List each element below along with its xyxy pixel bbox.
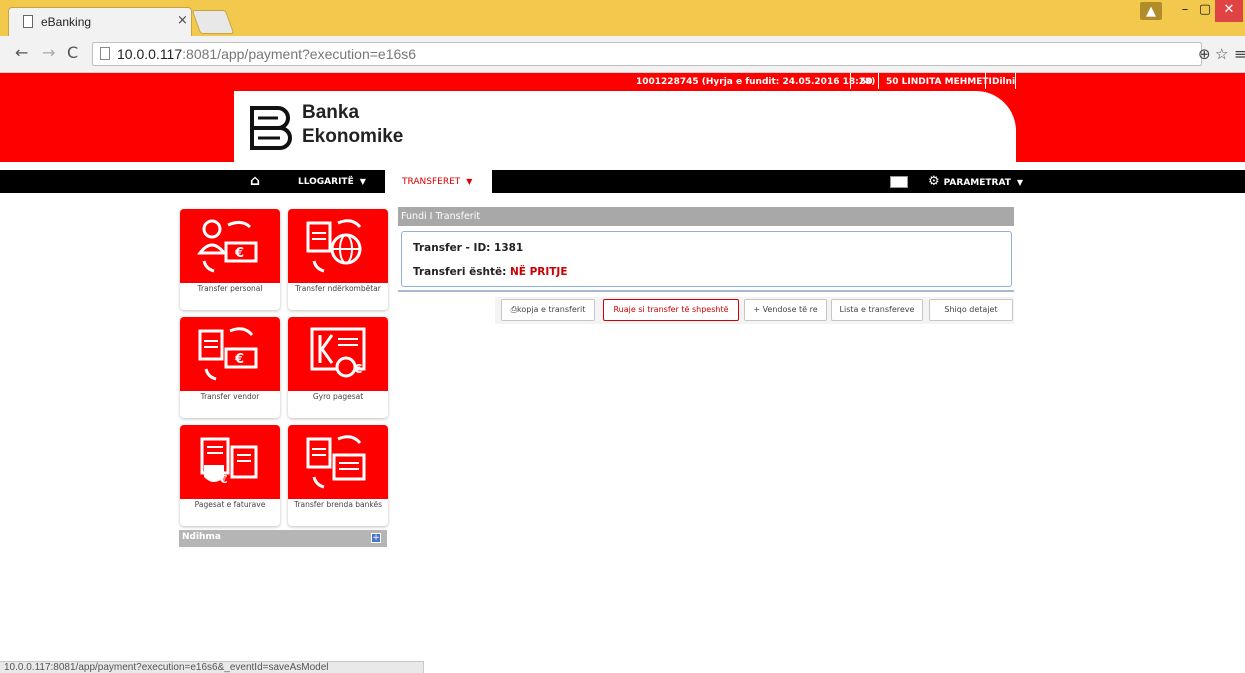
svg-text:€: €: [234, 352, 244, 367]
svg-text:€: €: [353, 362, 362, 376]
menu-icon[interactable]: ≡: [1234, 45, 1245, 63]
divider: [878, 73, 879, 89]
tile-image: €: [288, 317, 388, 391]
nav-settings[interactable]: ⚙ PARAMETRAT ▼: [928, 170, 1023, 193]
user-code: 50: [860, 77, 873, 87]
chevron-down-icon: ▼: [359, 177, 366, 186]
nav-transfers[interactable]: TRANSFERET ▼: [385, 170, 492, 193]
gyro-payment-icon: €: [310, 327, 366, 378]
logo-card[interactable]: Banka Ekonomike: [234, 91, 1016, 162]
international-transfer-icon: [306, 219, 362, 273]
personal-transfer-icon: €: [196, 219, 258, 273]
transfer-status: Transferi është: NË PRITJE: [413, 266, 568, 278]
action-bar: ⎙kopja e transferit Ruaje si transfer të…: [398, 297, 1014, 324]
status-badge: NË PRITJE: [509, 266, 568, 278]
reload-icon[interactable]: C: [67, 43, 78, 62]
divider: [850, 73, 851, 89]
tile-label: Transfer ndërkombëtar: [295, 284, 381, 293]
tile-image: €: [180, 209, 280, 283]
transfer-status-label: Transferi është:: [413, 266, 507, 278]
logo-line2: Ekonomike: [302, 126, 404, 147]
tile-image: €: [180, 425, 280, 499]
divider: [398, 290, 1014, 292]
new-transfer-label: Vendose të re: [762, 305, 818, 314]
divider: [985, 73, 986, 89]
copy-transfer-label: kopja e transferit: [517, 305, 586, 314]
bank-logo-icon: [250, 106, 292, 150]
nav-accounts[interactable]: LLOGARITË ▼: [298, 170, 366, 193]
minimize-icon[interactable]: –: [1175, 0, 1195, 22]
new-transfer-button[interactable]: + Vendose të re: [744, 299, 827, 321]
maximize-icon[interactable]: ▢: [1195, 0, 1215, 22]
gear-icon: ⚙: [928, 174, 940, 189]
logo-text: Banka Ekonomike: [302, 101, 403, 149]
tile-transfer-internal[interactable]: Transfer brenda bankës: [288, 425, 388, 526]
browser-toolbar: ← → C 10.0.0.117:8081/app/payment?execut…: [0, 36, 1245, 73]
browser-tab[interactable]: eBanking ×: [8, 7, 192, 36]
nav-transfers-label: TRANSFERET: [402, 177, 461, 187]
chevron-down-icon: ▼: [466, 177, 473, 186]
page-info-icon: [100, 47, 110, 60]
tab-close-icon[interactable]: ×: [177, 13, 188, 28]
bookmark-star-icon[interactable]: ☆: [1215, 45, 1228, 63]
nav-accounts-label: LLOGARITË: [298, 177, 354, 187]
svg-text:€: €: [219, 473, 228, 486]
tab-title: eBanking: [41, 15, 92, 29]
profile-icon[interactable]: ▲: [1140, 2, 1162, 20]
tile-label: Transfer vendor: [200, 392, 260, 401]
nav-settings-label: PARAMETRAT: [943, 178, 1011, 188]
home-icon[interactable]: ⌂: [244, 170, 266, 193]
close-window-icon[interactable]: ✕: [1215, 0, 1243, 22]
account-info: 1001228745 (Hyrja e fundit: 24.05.2016 1…: [636, 77, 876, 87]
tile-image: [288, 209, 388, 283]
logout-link[interactable]: Dilni: [992, 73, 1015, 93]
divider: [1015, 73, 1016, 89]
transfer-id: Transfer - ID: 1381: [413, 242, 524, 254]
page-header: 1001228745 (Hyrja e fundit: 24.05.2016 1…: [0, 73, 1245, 162]
browser-status-url: 10.0.0.117:8081/app/payment?execution=e1…: [0, 661, 424, 673]
logo-line1: Banka: [302, 102, 360, 123]
forward-icon[interactable]: →: [42, 43, 55, 62]
action-bar-spacer: [398, 297, 495, 324]
bill-payment-icon: €: [200, 437, 258, 486]
tile-label: Transfer brenda bankës: [293, 500, 383, 509]
tile-transfer-personal[interactable]: € Transfer personal: [180, 209, 280, 310]
help-bar[interactable]: Ndihma +: [179, 530, 387, 547]
tile-transfer-domestic[interactable]: € Transfer vendor: [180, 317, 280, 418]
panel-heading: Fundi I Transferit: [398, 207, 1014, 226]
main-nav: ⌂ LLOGARITË ▼ TRANSFERET ▼ ⚙ PARAMETRAT ▼: [0, 170, 1245, 193]
svg-text:€: €: [234, 246, 244, 261]
page-icon: [23, 15, 33, 28]
tile-image: €: [180, 317, 280, 391]
tile-label: Pagesat e faturave: [194, 500, 266, 509]
url-host: 10.0.0.117: [117, 46, 183, 62]
browser-tab-strip: eBanking × ▲ – ▢ ✕: [0, 0, 1245, 36]
tile-transfer-international[interactable]: Transfer ndërkombëtar: [288, 209, 388, 310]
back-icon[interactable]: ←: [15, 43, 28, 62]
mail-icon[interactable]: [890, 176, 908, 188]
tile-label: Gyro pagesat: [312, 392, 364, 401]
tile-label: Transfer personal: [197, 284, 263, 293]
tile-bill-payments[interactable]: € Pagesat e faturave: [180, 425, 280, 526]
transfer-list-button[interactable]: Lista e transfereve: [831, 299, 923, 321]
help-label: Ndihma: [182, 532, 221, 542]
domestic-transfer-icon: €: [198, 327, 258, 381]
url-path: :8081/app/payment?execution=e16s6: [182, 46, 417, 62]
show-details-button[interactable]: Shiqo detajet: [929, 299, 1013, 321]
tile-gyro-payments[interactable]: € Gyro pagesat: [288, 317, 388, 418]
save-quick-transfer-button[interactable]: Ruaje si transfer të shpeshtë: [603, 299, 739, 321]
expand-icon[interactable]: +: [371, 533, 381, 543]
copy-transfer-button[interactable]: ⎙kopja e transferit: [501, 299, 595, 321]
user-name[interactable]: 50 LINDITA MEHMETI: [886, 73, 992, 93]
plus-icon: +: [753, 305, 763, 314]
internal-transfer-icon: [306, 435, 366, 489]
tile-image: [288, 425, 388, 499]
zoom-icon[interactable]: ⊕: [1198, 45, 1211, 63]
new-tab-button[interactable]: [191, 10, 235, 34]
transfer-result-box: Transfer - ID: 1381 Transferi është: NË …: [401, 231, 1012, 287]
address-bar[interactable]: 10.0.0.117:8081/app/payment?execution=e1…: [92, 42, 1202, 66]
chevron-down-icon: ▼: [1016, 178, 1024, 187]
